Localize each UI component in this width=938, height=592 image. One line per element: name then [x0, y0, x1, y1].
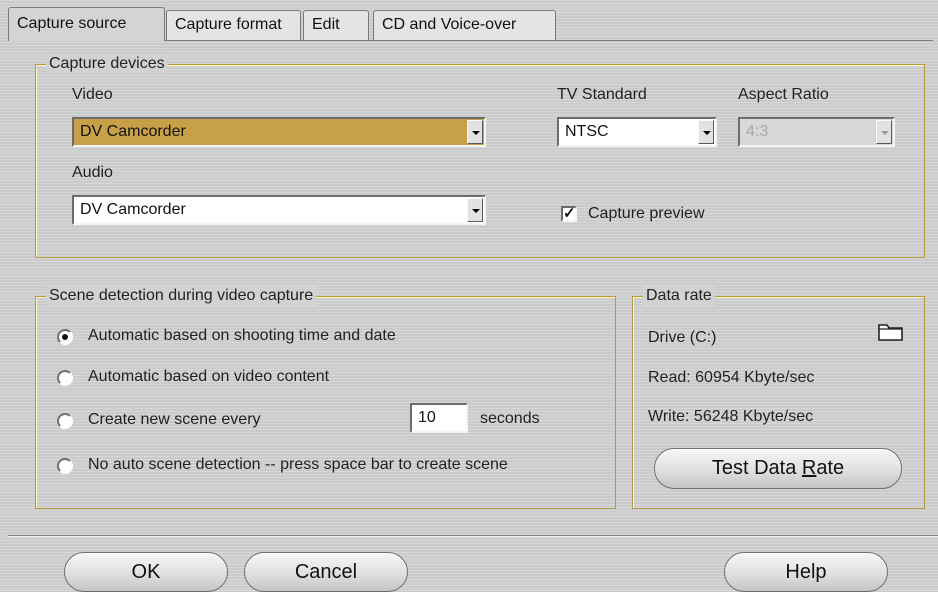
- tab-label: CD and Voice-over: [382, 16, 517, 33]
- aspect-ratio-label: Aspect Ratio: [738, 86, 829, 103]
- radio-no-auto-detection[interactable]: [57, 458, 73, 474]
- tab-capture-format[interactable]: Capture format: [166, 10, 301, 40]
- tab-capture-source[interactable]: Capture source: [8, 7, 165, 41]
- cancel-button[interactable]: Cancel: [244, 552, 408, 592]
- radio-new-scene-every-label: Create new scene every: [88, 411, 261, 428]
- checkmark-icon: ✓: [563, 205, 576, 222]
- help-button[interactable]: Help: [724, 552, 888, 592]
- chevron-down-icon[interactable]: [467, 120, 483, 144]
- test-data-rate-label-suffix: ate: [816, 457, 845, 479]
- radio-auto-video-content-label: Automatic based on video content: [88, 368, 330, 385]
- aspect-ratio-value: 4:3: [746, 123, 769, 140]
- test-data-rate-button[interactable]: Test Data Rate: [654, 448, 902, 489]
- capture-preview-label: Capture preview: [588, 205, 705, 222]
- video-device-select[interactable]: DV Camcorder: [72, 117, 486, 147]
- ok-button-label: OK: [131, 561, 161, 583]
- radio-auto-video-content[interactable]: [57, 370, 73, 386]
- help-button-label: Help: [785, 561, 827, 583]
- capture-devices-title: Capture devices: [46, 54, 168, 74]
- radio-new-scene-every[interactable]: [57, 413, 73, 429]
- ok-button[interactable]: OK: [64, 552, 228, 592]
- chevron-down-icon[interactable]: [467, 198, 483, 222]
- audio-device-value: DV Camcorder: [80, 201, 186, 218]
- test-data-rate-accelerator: R: [801, 457, 817, 479]
- write-rate-text: Write: 56248 Kbyte/sec: [648, 408, 814, 425]
- aspect-ratio-select[interactable]: 4:3: [738, 117, 895, 147]
- tv-standard-select[interactable]: NTSC: [557, 117, 717, 147]
- scene-detection-title: Scene detection during video capture: [46, 286, 317, 306]
- scene-interval-value: 10: [418, 409, 436, 426]
- tab-edit[interactable]: Edit: [303, 10, 369, 40]
- tab-label: Capture format: [175, 16, 282, 33]
- radio-no-auto-detection-label: No auto scene detection -- press space b…: [88, 456, 508, 473]
- test-data-rate-label-prefix: Test Data: [711, 457, 802, 479]
- tv-standard-label: TV Standard: [557, 86, 647, 103]
- scene-interval-unit: seconds: [480, 410, 540, 427]
- tab-cd-and-voice-over[interactable]: CD and Voice-over: [373, 10, 556, 40]
- audio-device-select[interactable]: DV Camcorder: [72, 195, 486, 225]
- footer-divider-highlight: [8, 536, 938, 537]
- capture-preview-checkbox[interactable]: ✓: [561, 205, 577, 222]
- chevron-down-icon[interactable]: [876, 120, 892, 144]
- read-rate-text: Read: 60954 Kbyte/sec: [648, 369, 815, 386]
- cancel-button-label: Cancel: [294, 561, 358, 583]
- tab-label: Edit: [312, 16, 340, 33]
- audio-label: Audio: [72, 164, 113, 181]
- tab-label: Capture source: [17, 15, 127, 32]
- tv-standard-value: NTSC: [565, 123, 609, 140]
- video-label: Video: [72, 86, 113, 103]
- drive-label: Drive (C:): [648, 329, 717, 346]
- radio-auto-shooting-time[interactable]: [57, 329, 73, 345]
- data-rate-title: Data rate: [643, 286, 715, 306]
- video-device-value: DV Camcorder: [80, 123, 186, 140]
- scene-interval-input[interactable]: 10: [410, 403, 468, 433]
- folder-icon[interactable]: [876, 320, 906, 344]
- chevron-down-icon[interactable]: [698, 120, 714, 144]
- radio-auto-shooting-time-label: Automatic based on shooting time and dat…: [88, 327, 396, 344]
